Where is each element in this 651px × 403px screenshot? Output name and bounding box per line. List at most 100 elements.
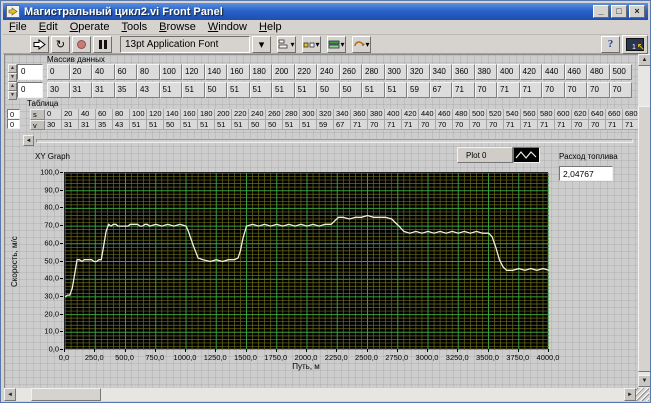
table-cell[interactable]: 660 (606, 109, 623, 120)
menu-edit[interactable]: Edit (33, 20, 64, 34)
table-index-row[interactable]: 0 (7, 109, 20, 119)
plot-legend-sample-icon[interactable] (513, 147, 540, 163)
array-cell[interactable]: 80 (137, 64, 160, 80)
table-cell[interactable]: 43 (113, 120, 130, 131)
table-cell[interactable]: 480 (453, 109, 470, 120)
array-cell[interactable]: 0 (47, 64, 70, 80)
array-cell[interactable]: 120 (182, 64, 205, 80)
table-cell[interactable]: 70 (453, 120, 470, 131)
fuel-value[interactable]: 2,04767 (559, 166, 613, 181)
table-cell[interactable]: 51 (232, 120, 249, 131)
table-cell[interactable]: 71 (623, 120, 638, 131)
array-cell[interactable]: 360 (452, 64, 475, 80)
array-cell[interactable]: 340 (430, 64, 453, 80)
table-cell[interactable]: 80 (113, 109, 130, 120)
menu-file[interactable]: File (3, 20, 33, 34)
font-dropdown-arrow[interactable]: ▾ (252, 36, 271, 53)
table-cell[interactable]: 71 (385, 120, 402, 131)
array-cell[interactable]: 460 (565, 64, 588, 80)
menu-window[interactable]: Window (202, 20, 253, 34)
font-selector[interactable]: 13pt Application Font (120, 36, 250, 53)
table-cell[interactable]: 160 (181, 109, 198, 120)
array-cell[interactable]: 51 (182, 82, 205, 98)
array-cell[interactable]: 240 (317, 64, 340, 80)
table-cell[interactable]: 320 (317, 109, 334, 120)
scroll-right-button[interactable]: ► (624, 388, 636, 401)
table-cell[interactable]: 180 (198, 109, 215, 120)
array-cell[interactable]: 50 (205, 82, 228, 98)
distribute-objects-button[interactable]: ▾ (302, 36, 321, 53)
table-cell[interactable]: 31 (79, 120, 96, 131)
run-button[interactable] (30, 36, 49, 53)
array-cell[interactable]: 71 (520, 82, 543, 98)
table-cell[interactable]: 51 (300, 120, 317, 131)
array-cell[interactable]: 70 (565, 82, 588, 98)
table-cell[interactable]: 71 (402, 120, 419, 131)
array-cell[interactable]: 31 (70, 82, 93, 98)
array-cell[interactable]: 260 (340, 64, 363, 80)
table-cell[interactable]: 220 (232, 109, 249, 120)
table-cell[interactable]: 540 (504, 109, 521, 120)
array-cell[interactable]: 220 (295, 64, 318, 80)
array-cell[interactable]: 100 (160, 64, 183, 80)
table-cell[interactable]: 70 (572, 120, 589, 131)
horizontal-scrollbar[interactable]: ◄ ► (4, 388, 636, 401)
array-cell[interactable]: 300 (385, 64, 408, 80)
table-cell[interactable]: 59 (317, 120, 334, 131)
pause-button[interactable] (93, 36, 112, 53)
array-cell[interactable]: 51 (362, 82, 385, 98)
table-cell[interactable]: 31 (62, 120, 79, 131)
table-cell[interactable]: 380 (368, 109, 385, 120)
table-cell[interactable]: 70 (589, 120, 606, 131)
array-cell[interactable]: 71 (497, 82, 520, 98)
array-cell[interactable]: 500 (610, 64, 633, 80)
array-cell[interactable]: 50 (317, 82, 340, 98)
table-cell[interactable]: 71 (351, 120, 368, 131)
array-row1-spinner[interactable]: ▲▼ (8, 64, 17, 80)
array-cell[interactable]: 67 (430, 82, 453, 98)
array-cell[interactable]: 480 (587, 64, 610, 80)
array-cell[interactable]: 51 (385, 82, 408, 98)
scroll-down-button[interactable]: ▼ (638, 375, 651, 387)
table-cell[interactable]: 50 (249, 120, 266, 131)
array-cell[interactable]: 51 (295, 82, 318, 98)
array-cell[interactable]: 440 (542, 64, 565, 80)
table-cell[interactable]: 240 (249, 109, 266, 120)
table-cell[interactable]: 51 (198, 120, 215, 131)
table-cell[interactable]: 520 (487, 109, 504, 120)
table-cell[interactable]: 70 (419, 120, 436, 131)
titlebar[interactable]: Магистральный цикл2.vi Front Panel _ □ × (3, 3, 648, 20)
table-cell[interactable]: 140 (164, 109, 181, 120)
menu-browse[interactable]: Browse (153, 20, 202, 34)
array-cell[interactable]: 280 (362, 64, 385, 80)
table-cell[interactable]: 460 (436, 109, 453, 120)
menu-tools[interactable]: Tools (115, 20, 153, 34)
array-cell[interactable]: 420 (520, 64, 543, 80)
table-cell[interactable]: 300 (300, 109, 317, 120)
table-cell[interactable]: 440 (419, 109, 436, 120)
table-cell[interactable]: 680 (623, 109, 638, 120)
table-cell[interactable]: 280 (283, 109, 300, 120)
table-cell[interactable]: 50 (266, 120, 283, 131)
table-cell[interactable]: 67 (334, 120, 351, 131)
array-cell[interactable]: 180 (250, 64, 273, 80)
minimize-button[interactable]: _ (593, 5, 609, 18)
xy-plot-area[interactable] (64, 172, 548, 349)
table-cell[interactable]: 71 (504, 120, 521, 131)
table-cell[interactable]: 260 (266, 109, 283, 120)
table-cell[interactable]: 200 (215, 109, 232, 120)
array-row2-index[interactable]: 0 (17, 82, 43, 98)
array-cell[interactable]: 70 (587, 82, 610, 98)
table-cell[interactable]: 580 (538, 109, 555, 120)
array-cell[interactable]: 200 (272, 64, 295, 80)
table-cell[interactable]: 60 (96, 109, 113, 120)
table-cell[interactable]: 0 (45, 109, 62, 120)
array-cell[interactable]: 20 (70, 64, 93, 80)
close-button[interactable]: × (629, 5, 645, 18)
table-cell[interactable]: 70 (436, 120, 453, 131)
table-index-col[interactable]: 0 (7, 119, 20, 129)
table-cell[interactable]: 30 (45, 120, 62, 131)
menu-operate[interactable]: Operate (64, 20, 116, 34)
table-cell[interactable]: 51 (181, 120, 198, 131)
array-cell[interactable]: 320 (407, 64, 430, 80)
